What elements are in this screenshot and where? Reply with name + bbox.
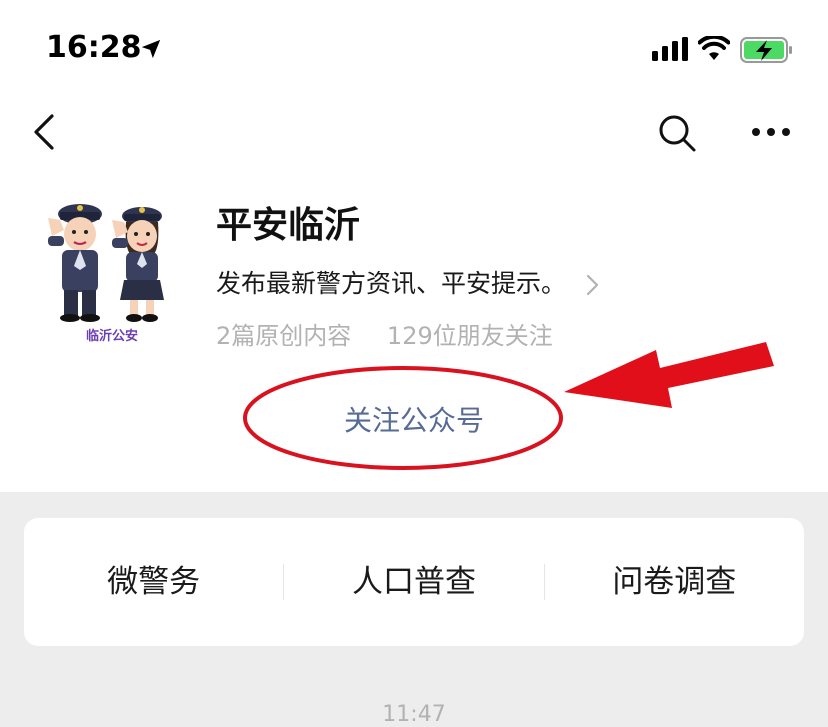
menu-item-micro-police[interactable]: 微警务: [24, 518, 283, 646]
signal-icon: [652, 37, 688, 61]
location-arrow-icon: [141, 39, 161, 59]
profile-header: 16:28 临沂公安 平安临沂 发布最新警方资讯、平安提示。 2篇原创内容 12…: [0, 0, 828, 492]
avatar-caption: 临沂公安: [86, 328, 138, 344]
account-menu: 微警务 人口普查 问卷调查: [24, 518, 804, 646]
original-count: 2篇原创内容: [216, 322, 352, 350]
search-icon[interactable]: [656, 112, 698, 154]
status-time: 16:28: [46, 30, 142, 65]
menu-item-survey[interactable]: 问卷调查: [545, 518, 804, 646]
chevron-right-icon: [586, 274, 599, 296]
more-icon[interactable]: [750, 118, 792, 146]
menu-item-census[interactable]: 人口普查: [284, 518, 543, 646]
account-stats: 2篇原创内容 129位朋友关注: [216, 316, 553, 351]
annotation-arrow-icon: [564, 342, 774, 408]
account-name: 平安临沂: [216, 205, 361, 246]
account-description-text: 发布最新警方资讯、平安提示。: [216, 269, 567, 298]
annotation-circle: [243, 366, 563, 470]
back-icon[interactable]: [30, 112, 60, 152]
message-timestamp: 11:47: [382, 702, 446, 727]
account-description[interactable]: 发布最新警方资讯、平安提示。: [216, 264, 600, 300]
battery-charging-icon: [740, 37, 792, 63]
avatar: 临沂公安: [48, 204, 164, 344]
wifi-icon: [698, 36, 730, 60]
follower-count: 129位朋友关注: [386, 322, 553, 350]
